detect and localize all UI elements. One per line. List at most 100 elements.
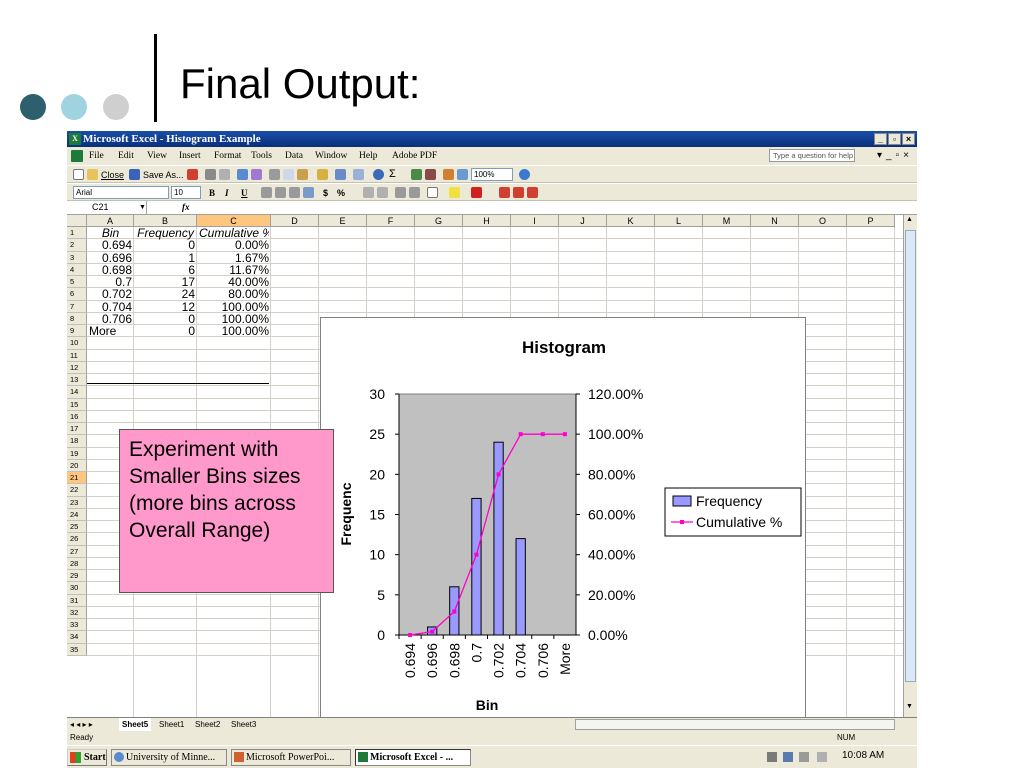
row-header-12[interactable]: 12 <box>67 361 87 374</box>
help-icon[interactable] <box>519 169 530 180</box>
align-center-icon[interactable] <box>275 187 286 198</box>
align-left-icon[interactable] <box>261 187 272 198</box>
table-cell[interactable]: 24 <box>136 288 195 301</box>
row-header-14[interactable]: 14 <box>67 386 87 399</box>
tray-icon[interactable] <box>767 752 777 762</box>
underline-button[interactable]: U <box>241 187 248 199</box>
row-header-3[interactable]: 3 <box>67 251 87 264</box>
row-header-22[interactable]: 22 <box>67 484 87 497</box>
currency-button[interactable]: $ <box>323 187 328 199</box>
menu-window[interactable]: Window <box>315 147 347 165</box>
row-header-26[interactable]: 26 <box>67 533 87 546</box>
new-icon[interactable] <box>73 169 84 180</box>
row-header-29[interactable]: 29 <box>67 570 87 583</box>
font-color-icon[interactable] <box>471 187 482 198</box>
menu-view[interactable]: View <box>147 147 167 165</box>
row-header-5[interactable]: 5 <box>67 276 87 289</box>
menu-file[interactable]: File <box>89 147 104 165</box>
italic-button[interactable]: I <box>225 187 229 199</box>
row-header-34[interactable]: 34 <box>67 631 87 644</box>
tab-sheet2[interactable]: Sheet2 <box>195 718 220 731</box>
redo-icon[interactable] <box>353 169 364 180</box>
row-header-10[interactable]: 10 <box>67 337 87 350</box>
fx-icon[interactable]: fx <box>182 201 190 214</box>
copy-icon[interactable] <box>283 169 294 180</box>
font-size-select[interactable]: 10 <box>171 186 201 199</box>
select-all-corner[interactable] <box>67 215 87 227</box>
table-header-cell[interactable]: Cumulative % <box>199 227 269 240</box>
pdf-email-icon[interactable] <box>513 187 524 198</box>
menu-edit[interactable]: Edit <box>118 147 134 165</box>
table-header-cell[interactable]: Bin <box>89 227 132 240</box>
table-cell[interactable]: 0.696 <box>89 252 132 265</box>
paste-icon[interactable] <box>297 169 308 180</box>
close-button[interactable]: × <box>902 133 915 145</box>
spelling-icon[interactable] <box>237 169 248 180</box>
table-cell[interactable]: 6 <box>136 264 195 277</box>
row-header-16[interactable]: 16 <box>67 410 87 423</box>
table-cell[interactable]: 0.7 <box>89 276 132 289</box>
row-header-32[interactable]: 32 <box>67 606 87 619</box>
workbook-icon[interactable] <box>71 150 83 162</box>
increase-decimal-icon[interactable] <box>363 187 374 198</box>
pdf-review-icon[interactable] <box>527 187 538 198</box>
fill-color-icon[interactable] <box>449 187 460 198</box>
open-folder-icon[interactable] <box>87 169 98 180</box>
font-name-select[interactable]: Arial <box>73 186 169 199</box>
table-cell[interactable]: 1 <box>136 252 195 265</box>
row-header-35[interactable]: 35 <box>67 643 87 656</box>
row-header-19[interactable]: 19 <box>67 447 87 460</box>
column-header-d[interactable]: D <box>271 215 319 227</box>
row-header-8[interactable]: 8 <box>67 312 87 325</box>
scroll-up-icon[interactable]: ▲ <box>906 216 913 223</box>
table-cell[interactable]: 17 <box>136 276 195 289</box>
table-cell[interactable]: More <box>89 325 132 338</box>
note-box[interactable]: Experiment with Smaller Bins sizes (more… <box>119 429 334 593</box>
research-icon[interactable] <box>251 169 262 180</box>
row-header-33[interactable]: 33 <box>67 619 87 632</box>
chart-wizard-icon[interactable] <box>443 169 454 180</box>
table-cell[interactable]: 0.706 <box>89 313 132 326</box>
column-header-b[interactable]: B <box>134 215 197 227</box>
table-cell[interactable]: 12 <box>136 301 195 314</box>
tray-icon[interactable] <box>783 752 793 762</box>
tab-sheet3[interactable]: Sheet3 <box>231 718 256 731</box>
menu-insert[interactable]: Insert <box>179 147 201 165</box>
tray-icon[interactable] <box>799 752 809 762</box>
row-header-7[interactable]: 7 <box>67 300 87 313</box>
drawing-icon[interactable] <box>457 169 468 180</box>
table-cell[interactable]: 0.00% <box>199 239 269 252</box>
worksheet-grid[interactable]: ABCDEFGHIJKLMNOP 1 2 3 4 5 6 7 8 9 10 11 12 13 14 15 16… <box>67 215 903 717</box>
save-as-button[interactable]: Save As... <box>143 169 184 181</box>
row-header-20[interactable]: 20 <box>67 459 87 472</box>
decrease-indent-icon[interactable] <box>395 187 406 198</box>
row-header-11[interactable]: 11 <box>67 349 87 362</box>
decrease-decimal-icon[interactable] <box>377 187 388 198</box>
row-header-9[interactable]: 9 <box>67 325 87 338</box>
column-header-g[interactable]: G <box>415 215 463 227</box>
task-powerpoint[interactable]: Microsoft PowerPoi... <box>231 749 351 766</box>
column-header-m[interactable]: M <box>703 215 751 227</box>
autosum-icon[interactable]: Σ <box>389 169 400 180</box>
sort-descending-icon[interactable] <box>425 169 436 180</box>
column-header-a[interactable]: A <box>87 215 134 227</box>
tab-sheet1[interactable]: Sheet1 <box>159 718 184 731</box>
merge-center-icon[interactable] <box>303 187 314 198</box>
column-header-e[interactable]: E <box>319 215 367 227</box>
column-header-f[interactable]: F <box>367 215 415 227</box>
table-cell[interactable]: 0 <box>136 239 195 252</box>
name-box-dropdown-icon[interactable]: ▼ <box>139 201 146 214</box>
task-browser[interactable]: University of Minne... <box>111 749 227 766</box>
zoom-select[interactable]: 100% <box>471 168 513 181</box>
row-header-28[interactable]: 28 <box>67 557 87 570</box>
row-header-24[interactable]: 24 <box>67 508 87 521</box>
table-cell[interactable]: 0.704 <box>89 301 132 314</box>
menu-tools[interactable]: Tools <box>251 147 272 165</box>
table-cell[interactable]: 100.00% <box>199 325 269 338</box>
column-header-n[interactable]: N <box>751 215 799 227</box>
undo-icon[interactable] <box>335 169 346 180</box>
table-cell[interactable]: 0 <box>136 325 195 338</box>
row-header-4[interactable]: 4 <box>67 263 87 276</box>
pdf-convert-icon[interactable] <box>499 187 510 198</box>
align-right-icon[interactable] <box>289 187 300 198</box>
